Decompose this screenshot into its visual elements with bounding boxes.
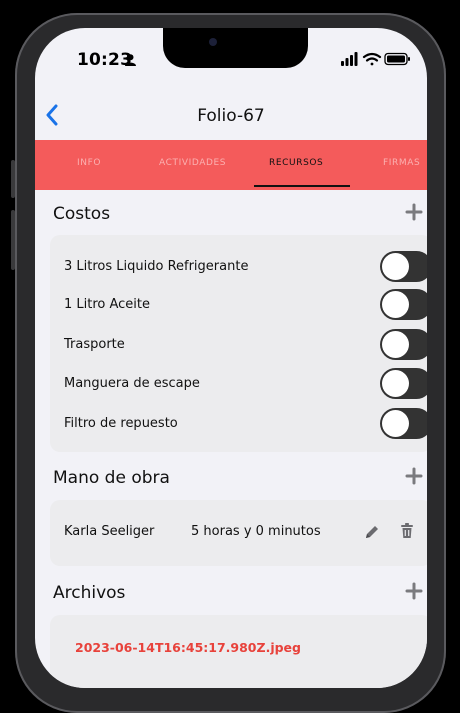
cost-toggle[interactable] (380, 368, 427, 399)
side-button (11, 160, 15, 198)
trash-icon[interactable] (398, 522, 416, 540)
labor-worker-name: Karla Seeliger (64, 524, 155, 539)
signal-icon (341, 52, 358, 66)
cost-item-label: Trasporte (64, 337, 125, 352)
tab-actividades[interactable]: ACTIVIDADES (159, 158, 226, 168)
cost-item: 3 Litros Liquido Refrigerante (64, 251, 427, 282)
labor-title: Mano de obra (53, 468, 170, 488)
cost-toggle[interactable] (380, 289, 427, 320)
add-labor-plus-icon[interactable] (405, 467, 423, 485)
battery-icon (384, 52, 410, 66)
app-screen: 10:23 Folio-67 INFO ACTIVIDADES RECURSOS… (35, 28, 427, 688)
files-header: Archivos (35, 582, 427, 607)
cost-item: 1 Litro Aceite (64, 289, 427, 320)
toggle-knob (382, 410, 409, 437)
active-tab-indicator (254, 185, 350, 187)
labor-header: Mano de obra (35, 467, 427, 492)
cost-item: Trasporte (64, 329, 427, 360)
person-icon (125, 54, 136, 66)
toggle-knob (382, 331, 409, 358)
notch (163, 28, 308, 68)
status-time: 10:23 (77, 50, 133, 70)
files-title: Archivos (53, 583, 126, 603)
side-button (11, 210, 15, 270)
tab-firmas[interactable]: FIRMAS (383, 158, 420, 168)
cost-toggle[interactable] (380, 251, 427, 282)
add-cost-plus-icon[interactable] (405, 203, 423, 221)
toggle-knob (382, 370, 409, 397)
camera (209, 38, 217, 46)
toggle-knob (382, 253, 409, 280)
page-title: Folio-67 (197, 106, 265, 126)
cost-item-label: Manguera de escape (64, 376, 200, 391)
cost-item-label: 3 Litros Liquido Refrigerante (64, 259, 249, 274)
cost-item-label: Filtro de repuesto (64, 416, 178, 431)
file-link[interactable]: 2023-06-14T16:45:17.980Z.jpeg (75, 640, 301, 655)
status-icons (341, 52, 410, 66)
wifi-icon (362, 52, 382, 66)
costs-header: Costos (35, 203, 427, 228)
costs-title: Costos (53, 204, 111, 224)
tab-info[interactable]: INFO (77, 158, 101, 168)
add-file-plus-icon[interactable] (405, 582, 423, 600)
tab-bar: INFO ACTIVIDADES RECURSOS FIRMAS (35, 140, 427, 190)
toggle-knob (382, 291, 409, 318)
cost-item: Manguera de escape (64, 368, 427, 399)
cost-item: Filtro de repuesto (64, 408, 427, 439)
cost-toggle[interactable] (380, 329, 427, 360)
tab-recursos[interactable]: RECURSOS (269, 158, 323, 168)
cost-item-label: 1 Litro Aceite (64, 297, 151, 312)
cost-toggle[interactable] (380, 408, 427, 439)
pencil-icon[interactable] (363, 523, 381, 541)
labor-worker-time: 5 horas y 0 minutos (191, 524, 321, 539)
